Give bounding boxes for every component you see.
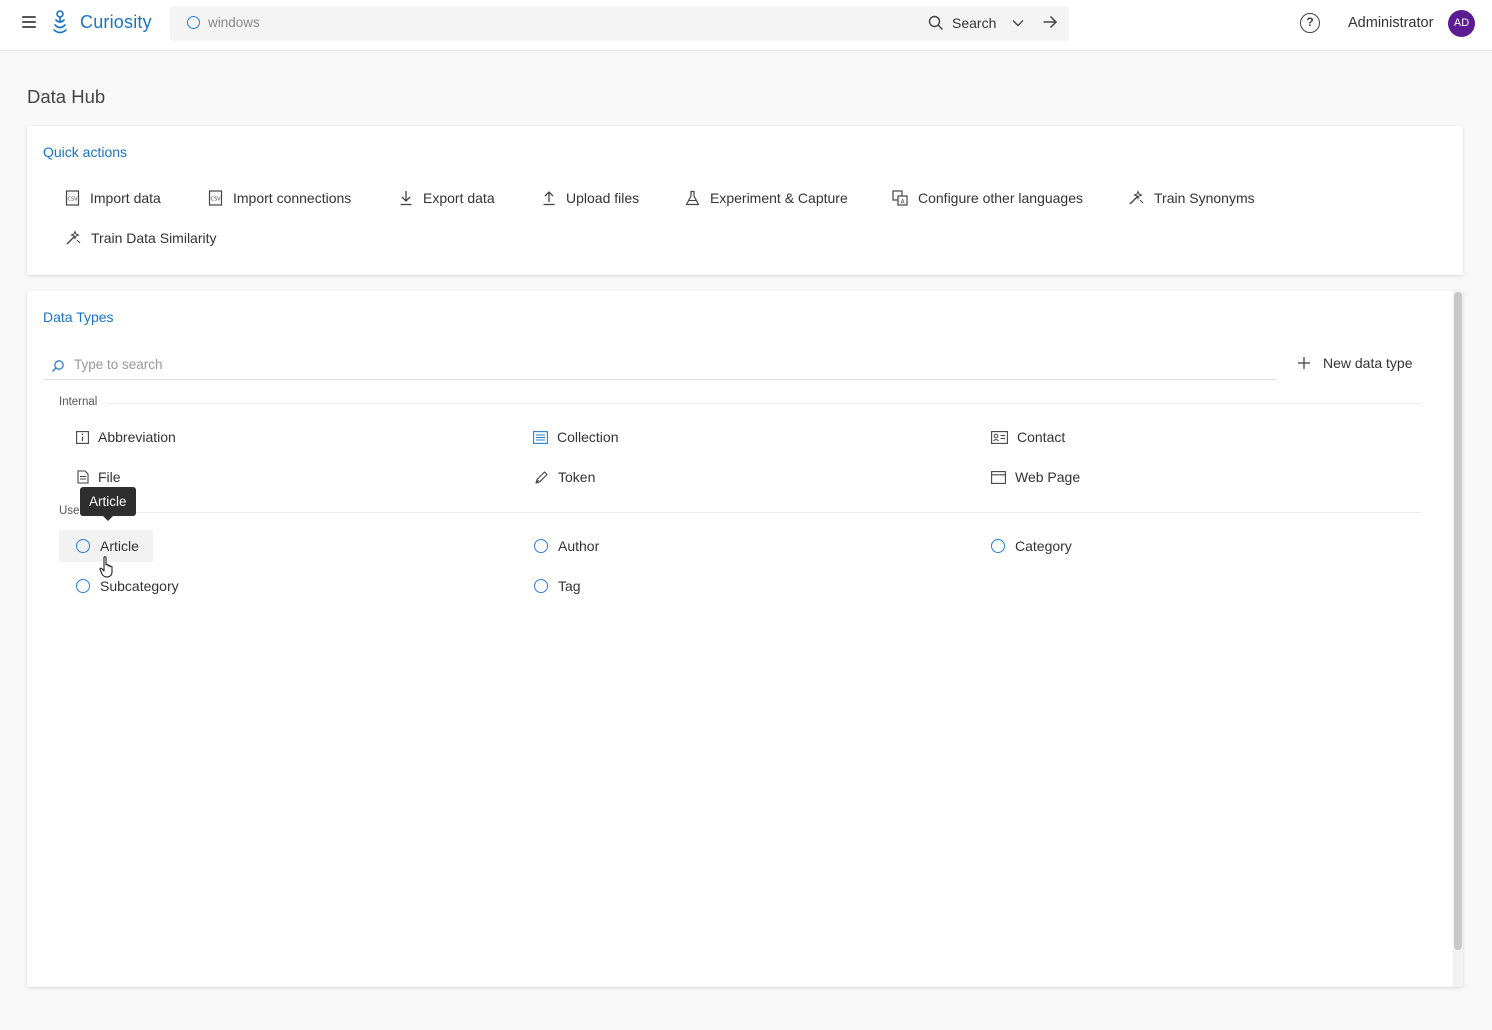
type-author[interactable]: Author <box>534 530 599 562</box>
experiment-capture-button[interactable]: Experiment & Capture <box>685 190 848 206</box>
import-connections-label: Import connections <box>233 190 352 206</box>
type-abbreviation[interactable]: Abbreviation <box>76 421 176 453</box>
circle-icon <box>534 539 548 553</box>
flask-icon <box>685 190 700 206</box>
type-label: Web Page <box>1015 469 1081 485</box>
import-connections-button[interactable]: CSV Import connections <box>208 190 351 206</box>
info-box-icon <box>76 430 89 444</box>
scrollbar-thumb[interactable] <box>1454 292 1462 950</box>
type-label: Subcategory <box>100 578 179 594</box>
avatar[interactable]: AD <box>1448 10 1475 37</box>
experiment-capture-label: Experiment & Capture <box>710 190 848 206</box>
type-label: Collection <box>557 429 619 445</box>
train-synonyms-label: Train Synonyms <box>1154 190 1255 206</box>
wand-icon <box>66 230 81 245</box>
configure-languages-label: Configure other languages <box>918 190 1084 206</box>
type-label: Article <box>100 538 139 554</box>
new-data-type-label: New data type <box>1323 355 1413 371</box>
import-data-label: Import data <box>90 190 161 206</box>
type-token[interactable]: Token <box>534 461 595 493</box>
help-icon[interactable]: ? <box>1300 13 1320 33</box>
top-bar: Curiosity windows Search ? Administrator… <box>0 0 1492 51</box>
data-types-title: Data Types <box>43 309 114 325</box>
page-title: Data Hub <box>27 86 106 107</box>
export-data-label: Export data <box>423 190 495 206</box>
hand-pointer-cursor-icon <box>99 556 113 578</box>
svg-text:CSV: CSV <box>67 197 78 203</box>
type-label: Tag <box>558 578 581 594</box>
circle-icon <box>534 579 548 593</box>
type-label: Abbreviation <box>98 429 176 445</box>
svg-text:CSV: CSV <box>210 197 221 203</box>
csv-file-icon: CSV <box>208 190 223 206</box>
global-search-bar[interactable]: windows Search <box>170 6 1069 41</box>
type-label: Token <box>558 469 596 485</box>
type-tag[interactable]: Tag <box>534 570 581 602</box>
quick-actions-title: Quick actions <box>43 144 128 160</box>
pen-icon <box>535 470 548 484</box>
search-input[interactable]: windows <box>208 15 260 30</box>
menu-icon[interactable] <box>22 16 36 28</box>
type-collection[interactable]: Collection <box>533 421 618 453</box>
search-scope-circle-icon <box>187 16 200 29</box>
wand-icon <box>1129 190 1144 205</box>
circle-icon <box>76 579 90 593</box>
user-divider <box>107 512 1421 513</box>
upload-files-button[interactable]: Upload files <box>542 190 639 206</box>
data-type-search-input[interactable]: Type to search <box>74 357 163 372</box>
configure-languages-button[interactable]: A Configure other languages <box>892 190 1083 206</box>
translate-icon: A <box>892 190 908 206</box>
csv-file-icon: CSV <box>65 190 80 206</box>
export-data-button[interactable]: Export data <box>399 190 495 206</box>
arrow-right-icon[interactable] <box>1042 14 1058 30</box>
type-label: Author <box>558 538 600 554</box>
type-label: Contact <box>1017 429 1066 445</box>
quick-actions-card: Quick actions CSV Import data CSV Import… <box>27 126 1463 275</box>
circle-icon <box>76 539 90 553</box>
contact-card-icon <box>991 430 1008 444</box>
document-icon <box>77 470 89 484</box>
import-data-button[interactable]: CSV Import data <box>65 190 161 206</box>
download-icon <box>400 191 412 206</box>
article-tooltip: Article <box>80 487 136 521</box>
browser-window-icon <box>991 470 1006 484</box>
train-synonyms-button[interactable]: Train Synonyms <box>1128 190 1255 206</box>
type-subcategory[interactable]: Subcategory <box>76 570 179 602</box>
type-category[interactable]: Category <box>991 530 1072 562</box>
type-web-page[interactable]: Web Page <box>991 461 1080 493</box>
type-contact[interactable]: Contact <box>991 421 1065 453</box>
plus-icon <box>1298 357 1310 369</box>
chevron-down-icon[interactable] <box>1011 16 1025 30</box>
search-button-label[interactable]: Search <box>952 15 996 31</box>
upload-files-label: Upload files <box>566 190 640 206</box>
circle-icon <box>991 539 1005 553</box>
user-name[interactable]: Administrator <box>1348 15 1433 31</box>
internal-section-label: Internal <box>59 396 98 408</box>
type-label: File <box>98 469 121 485</box>
type-label: Category <box>1015 538 1072 554</box>
train-data-similarity-button[interactable]: Train Data Similarity <box>65 230 217 246</box>
list-icon <box>533 430 548 444</box>
app-name[interactable]: Curiosity <box>80 12 152 33</box>
data-types-card: Data Types Type to search New data type … <box>27 291 1463 987</box>
train-data-similarity-label: Train Data Similarity <box>91 230 217 246</box>
curiosity-logo-icon[interactable] <box>50 10 70 36</box>
search-icon[interactable] <box>928 15 944 31</box>
upload-icon <box>543 191 555 206</box>
search-icon <box>52 360 64 372</box>
new-data-type-button[interactable]: New data type <box>1297 355 1413 371</box>
data-type-search[interactable]: Type to search <box>43 353 1277 380</box>
internal-divider <box>107 403 1421 404</box>
